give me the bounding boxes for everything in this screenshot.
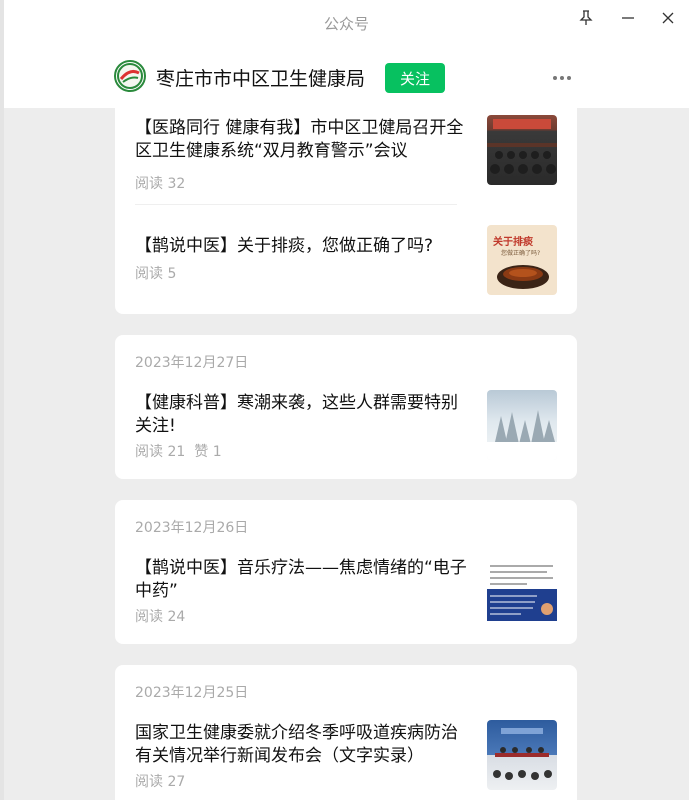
feed-card: 2023年12月27日 【健康科普】寒潮来袭，这些人群需要特别关注! 阅读 21… — [115, 335, 577, 479]
snow-forest-photo — [487, 410, 557, 460]
press-conference-photo — [493, 728, 552, 780]
read-count: 阅读 21 — [135, 444, 186, 460]
more-dot — [567, 76, 571, 80]
article-item[interactable]: 【健康科普】寒潮来袭，这些人群需要特别关注! 阅读 21 赞 1 — [135, 390, 557, 462]
feed-card: 【医路同行 健康有我】市中区卫健局召开全区卫生健康系统“双月教育警示”会议 阅读… — [115, 108, 577, 314]
read-count: 阅读 32 — [135, 176, 186, 192]
meeting-photo — [487, 119, 557, 174]
article-title: 【鹊说中医】关于排痰，您做正确了吗? — [135, 236, 434, 256]
follow-button[interactable]: 关注 — [385, 63, 445, 93]
article-meta: 阅读 27 — [135, 771, 185, 791]
article-title: 【医路同行 健康有我】市中区卫健局召开全区卫生健康系统“双月教育警示”会议 — [135, 118, 464, 161]
article-meta: 阅读 24 — [135, 606, 185, 626]
feed-card: 2023年12月25日 国家卫生健康委就介绍冬季呼吸道疾病防治有关情况举行新闻发… — [115, 665, 577, 800]
article-item[interactable]: 【鹊说中医】音乐疗法——焦虑情绪的“电子中药” 阅读 24 — [135, 555, 557, 627]
article-title: 【健康科普】寒潮来袭，这些人群需要特别关注! — [135, 393, 458, 436]
read-count: 阅读 5 — [135, 266, 177, 282]
more-button[interactable] — [548, 64, 576, 92]
article-thumbnail — [487, 561, 557, 621]
article-item[interactable]: 【鹊说中医】关于排痰，您做正确了吗? 阅读 5 关于排痰 您做正确了吗? — [135, 225, 557, 297]
article-thumbnail — [487, 390, 557, 460]
article-meta: 阅读 5 — [135, 263, 176, 283]
more-dots-icon — [553, 76, 557, 80]
minimize-button[interactable] — [613, 6, 643, 30]
pin-button[interactable] — [571, 6, 601, 30]
account-header: 枣庄市市中区卫生健康局 关注 — [4, 46, 689, 108]
article-title: 【鹊说中医】音乐疗法——焦虑情绪的“电子中药” — [135, 558, 467, 601]
account-logo-graphic — [117, 63, 143, 89]
article-item[interactable]: 国家卫生健康委就介绍冬季呼吸道疾病防治有关情况举行新闻发布会（文字实录） 阅读 … — [135, 720, 557, 792]
article-thumbnail — [487, 720, 557, 790]
close-icon — [662, 12, 674, 24]
article-item[interactable]: 【医路同行 健康有我】市中区卫健局召开全区卫生健康系统“双月教育警示”会议 阅读… — [135, 115, 557, 192]
article-title: 国家卫生健康委就介绍冬季呼吸道疾病防治有关情况举行新闻发布会（文字实录） — [135, 723, 458, 766]
read-count: 阅读 27 — [135, 774, 186, 790]
account-logo[interactable] — [114, 60, 146, 92]
read-count: 阅读 24 — [135, 609, 186, 625]
title-bar: 公众号 — [4, 0, 689, 46]
card-date: 2023年12月25日 — [135, 685, 249, 701]
pin-icon — [579, 10, 593, 25]
card-date: 2023年12月27日 — [135, 355, 249, 371]
article-thumbnail: 关于排痰 您做正确了吗? — [487, 225, 557, 295]
minimize-icon — [622, 17, 634, 19]
account-name[interactable]: 枣庄市市中区卫生健康局 — [156, 64, 365, 91]
article-feed[interactable]: 【医路同行 健康有我】市中区卫健局召开全区卫生健康系统“双月教育警示”会议 阅读… — [4, 108, 689, 800]
article-thumbnail — [487, 115, 557, 185]
card-date: 2023年12月26日 — [135, 520, 249, 536]
article-meta: 阅读 21 赞 1 — [135, 441, 222, 461]
article-meta: 阅读 32 — [135, 173, 185, 193]
close-button[interactable] — [653, 6, 683, 30]
like-count: 赞 1 — [194, 444, 222, 460]
article-divider — [135, 204, 457, 205]
feed-card: 2023年12月26日 【鹊说中医】音乐疗法——焦虑情绪的“电子中药” 阅读 2… — [115, 500, 577, 644]
more-dot — [560, 76, 564, 80]
bowl-illustration — [497, 265, 549, 289]
text-poster-image — [487, 561, 557, 621]
